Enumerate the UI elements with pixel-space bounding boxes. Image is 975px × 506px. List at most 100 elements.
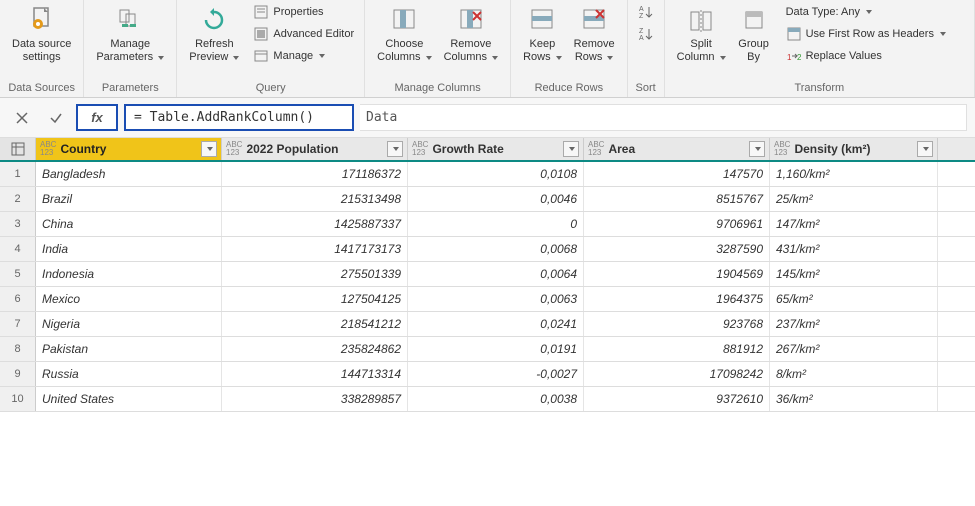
table-row[interactable]: 10United States3382898570,0038937261036/… [0, 387, 975, 412]
chevron-down-icon [207, 147, 213, 151]
first-row-headers-button[interactable]: Use First Row as Headers [782, 24, 950, 44]
remove-rows-button[interactable]: Remove Rows [568, 2, 621, 66]
table-row[interactable]: 3China142588733709706961147/km² [0, 212, 975, 237]
cell-population[interactable]: 1425887337 [222, 212, 408, 236]
fx-button[interactable]: fx [76, 104, 118, 131]
cell-growth[interactable]: -0,0027 [408, 362, 584, 386]
refresh-preview-button[interactable]: Refresh Preview [183, 2, 245, 66]
cell-density[interactable]: 36/km² [770, 387, 938, 411]
filter-button[interactable] [563, 141, 579, 157]
cell-density[interactable]: 147/km² [770, 212, 938, 236]
cell-area[interactable]: 923768 [584, 312, 770, 336]
table-row[interactable]: 8Pakistan2358248620,0191881912267/km² [0, 337, 975, 362]
table-row[interactable]: 5Indonesia2755013390,00641904569145/km² [0, 262, 975, 287]
replace-icon: 12 [786, 48, 802, 64]
column-header[interactable]: ABC1232022 Population [222, 138, 408, 160]
cell-growth[interactable]: 0,0108 [408, 162, 584, 186]
cell-growth[interactable]: 0 [408, 212, 584, 236]
cell-country[interactable]: United States [36, 387, 222, 411]
cell-country[interactable]: China [36, 212, 222, 236]
cell-density[interactable]: 145/km² [770, 262, 938, 286]
split-column-button[interactable]: Split Column [671, 2, 732, 66]
data-source-settings-button[interactable]: Data source settings [6, 2, 77, 66]
manage-parameters-button[interactable]: Manage Parameters [90, 2, 170, 66]
column-header[interactable]: ABC123Growth Rate [408, 138, 584, 160]
cell-population[interactable]: 215313498 [222, 187, 408, 211]
cell-country[interactable]: Russia [36, 362, 222, 386]
choose-columns-button[interactable]: Choose Columns [371, 2, 437, 66]
cell-density[interactable]: 237/km² [770, 312, 938, 336]
sort-asc-button[interactable]: AZ [634, 2, 658, 22]
cell-growth[interactable]: 0,0241 [408, 312, 584, 336]
column-name: Area [608, 142, 749, 156]
table-icon-button[interactable] [0, 138, 36, 160]
cell-density[interactable]: 25/km² [770, 187, 938, 211]
table-row[interactable]: 6Mexico1275041250,0063196437565/km² [0, 287, 975, 312]
column-header[interactable]: ABC123Area [584, 138, 770, 160]
cell-area[interactable]: 881912 [584, 337, 770, 361]
data-type-button[interactable]: Data Type: Any [782, 2, 950, 22]
manage-button[interactable]: Manage [249, 46, 358, 66]
cell-growth[interactable]: 0,0068 [408, 237, 584, 261]
cell-country[interactable]: Brazil [36, 187, 222, 211]
cell-area[interactable]: 9706961 [584, 212, 770, 236]
cell-area[interactable]: 9372610 [584, 387, 770, 411]
sort-desc-button[interactable]: ZA [634, 24, 658, 44]
cell-population[interactable]: 1417173173 [222, 237, 408, 261]
table-row[interactable]: 4India14171731730,00683287590431/km² [0, 237, 975, 262]
advanced-editor-icon [253, 26, 269, 42]
cell-area[interactable]: 17098242 [584, 362, 770, 386]
properties-button[interactable]: Properties [249, 2, 358, 22]
chevron-down-icon [923, 147, 929, 151]
table-row[interactable]: 7Nigeria2185412120,0241923768237/km² [0, 312, 975, 337]
advanced-editor-button[interactable]: Advanced Editor [249, 24, 358, 44]
cell-country[interactable]: Pakistan [36, 337, 222, 361]
cell-country[interactable]: Indonesia [36, 262, 222, 286]
cell-growth[interactable]: 0,0063 [408, 287, 584, 311]
filter-button[interactable] [387, 141, 403, 157]
table-row[interactable]: 9Russia144713314-0,0027170982428/km² [0, 362, 975, 387]
cell-density[interactable]: 65/km² [770, 287, 938, 311]
cell-population[interactable]: 171186372 [222, 162, 408, 186]
cell-area[interactable]: 3287590 [584, 237, 770, 261]
group-by-button[interactable]: Group By [732, 2, 776, 66]
cell-population[interactable]: 235824862 [222, 337, 408, 361]
group-label: Sort [634, 80, 658, 97]
cell-population[interactable]: 275501339 [222, 262, 408, 286]
cell-density[interactable]: 1,160/km² [770, 162, 938, 186]
cell-growth[interactable]: 0,0038 [408, 387, 584, 411]
cell-area[interactable]: 8515767 [584, 187, 770, 211]
type-any-icon: ABC123 [774, 141, 790, 157]
cancel-button[interactable] [8, 104, 36, 131]
cell-population[interactable]: 218541212 [222, 312, 408, 336]
cell-population[interactable]: 127504125 [222, 287, 408, 311]
cell-population[interactable]: 338289857 [222, 387, 408, 411]
table-row[interactable]: 2Brazil2153134980,0046851576725/km² [0, 187, 975, 212]
filter-button[interactable] [201, 141, 217, 157]
keep-rows-button[interactable]: Keep Rows [517, 2, 568, 66]
cell-area[interactable]: 1904569 [584, 262, 770, 286]
cell-density[interactable]: 267/km² [770, 337, 938, 361]
cell-growth[interactable]: 0,0046 [408, 187, 584, 211]
cell-growth[interactable]: 0,0064 [408, 262, 584, 286]
formula-bar: fx = Table.AddRankColumn() Data [0, 98, 975, 138]
cell-country[interactable]: Mexico [36, 287, 222, 311]
table-row[interactable]: 1Bangladesh1711863720,01081475701,160/km… [0, 162, 975, 187]
filter-button[interactable] [749, 141, 765, 157]
cell-country[interactable]: Bangladesh [36, 162, 222, 186]
cell-country[interactable]: India [36, 237, 222, 261]
remove-columns-button[interactable]: Remove Columns [438, 2, 504, 66]
cell-country[interactable]: Nigeria [36, 312, 222, 336]
cell-growth[interactable]: 0,0191 [408, 337, 584, 361]
column-header[interactable]: ABC123Country [36, 138, 222, 160]
cell-population[interactable]: 144713314 [222, 362, 408, 386]
cell-area[interactable]: 147570 [584, 162, 770, 186]
cell-area[interactable]: 1964375 [584, 287, 770, 311]
column-header[interactable]: ABC123Density (km²) [770, 138, 938, 160]
filter-button[interactable] [917, 141, 933, 157]
accept-button[interactable] [42, 104, 70, 131]
cell-density[interactable]: 8/km² [770, 362, 938, 386]
cell-density[interactable]: 431/km² [770, 237, 938, 261]
formula-input[interactable]: = Table.AddRankColumn() [124, 104, 354, 131]
replace-values-button[interactable]: 12 Replace Values [782, 46, 950, 66]
